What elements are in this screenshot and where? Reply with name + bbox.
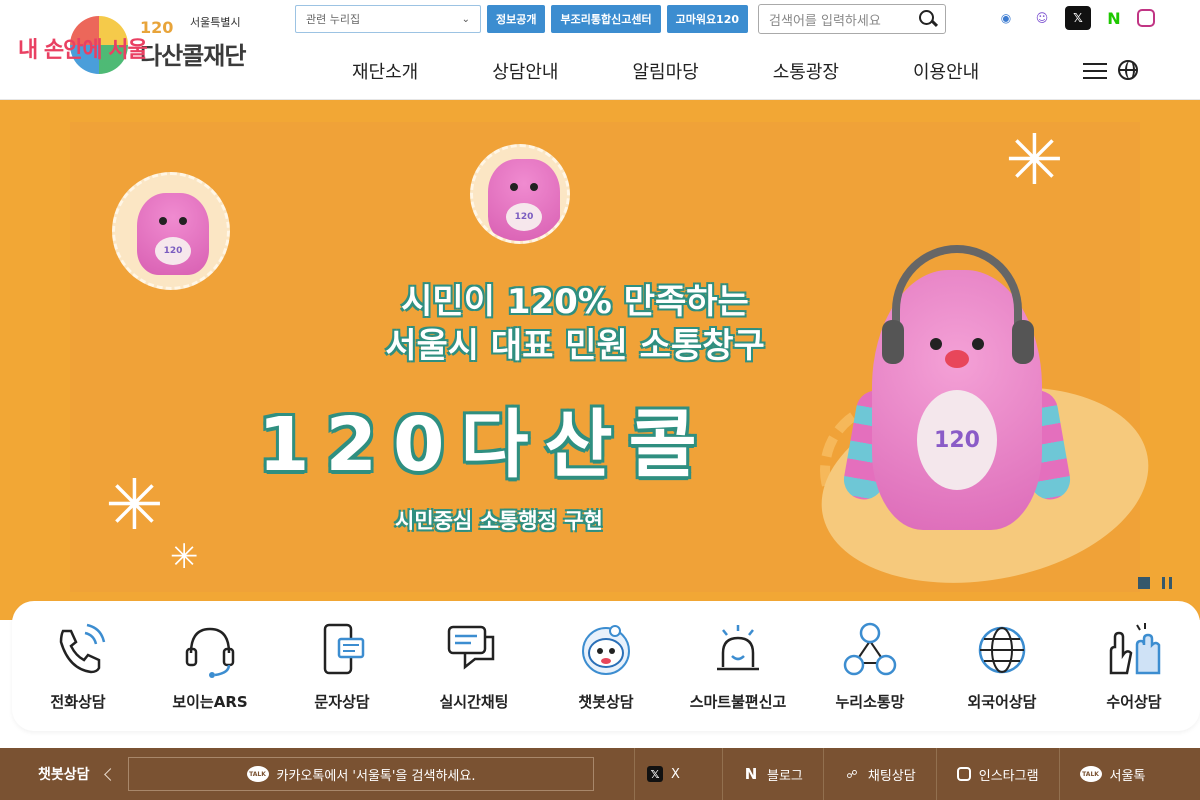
naver-blog-icon: N: [744, 765, 758, 783]
corruption-report-button[interactable]: 부조리통합신고센터: [551, 5, 661, 33]
quick-item-smart-report[interactable]: 스마트불편신고: [672, 601, 804, 731]
quick-item-label: 문자상담: [314, 693, 370, 711]
main-nav: 재단소개 상담안내 알림마당 소통광장 이용안내: [300, 58, 1140, 84]
related-sites-label: 관련 누리집: [306, 13, 361, 26]
chatbot-consult-label: 챗봇상담: [0, 764, 120, 784]
chatbot-icon[interactable]: ◉: [993, 6, 1019, 30]
hero-banner[interactable]: 120 120 ✳ ✳ ✳ 시민이 120% 만족하는 서울시 대표 민원 소통…: [0, 100, 1200, 620]
bottom-link-label: 서울톡: [1109, 768, 1146, 784]
bottom-link-label: X: [671, 766, 680, 782]
monster-mascot-icon: 120: [840, 240, 1074, 540]
pause-icon[interactable]: [1162, 577, 1172, 589]
chat-bubbles-icon: [447, 625, 495, 670]
banner-controls: [1138, 577, 1172, 589]
instagram-icon[interactable]: [1137, 9, 1155, 27]
bottom-link-blog[interactable]: N 블로그: [722, 748, 823, 800]
kakaotalk-icon: TALK: [246, 766, 269, 782]
monster-small-icon: 120: [488, 159, 560, 241]
phone-icon: [59, 623, 106, 674]
nav-item-community[interactable]: 소통광장: [773, 58, 839, 84]
network-people-icon: [843, 622, 897, 676]
info-disclosure-button[interactable]: 정보공개: [487, 5, 546, 33]
quick-item-label: 외국어상담: [967, 693, 1037, 711]
logo-badge: 내 손안에 서울: [18, 38, 148, 63]
bottom-link-label: 채팅상담: [867, 768, 916, 784]
monster-small-icon: 120: [137, 193, 209, 275]
quick-item-ars[interactable]: 보이는ARS: [144, 601, 276, 731]
sns-top-links: ◉ ☺ 𝕏 N: [993, 6, 1155, 30]
quick-item-label: 수어상담: [1106, 693, 1162, 711]
quick-item-chatbot[interactable]: 챗봇상담: [540, 601, 672, 731]
chevron-down-icon: ⌄: [461, 13, 470, 25]
quick-menu: 전화상담 보이는ARS 문자상담 실시간채팅 챗봇상담 스마트불편신고 누리소통…: [12, 601, 1200, 731]
quick-item-sign-language[interactable]: 수어상담: [1068, 601, 1200, 731]
thanks-120-button[interactable]: 고마워요120: [666, 5, 749, 33]
bottom-links: 𝕏 X N 블로그 ☍ 채팅상담 인스타그램 TALK 서울톡: [634, 748, 1165, 800]
chatbot-icon: [582, 625, 630, 675]
banner-headline: 120다산콜: [258, 402, 713, 488]
site-logo[interactable]: 120 서울특별시 다산콜재단 내 손안에 서울: [18, 12, 258, 74]
sign-hands-icon: [1109, 623, 1161, 675]
bottom-link-label: 인스타그램: [978, 768, 1039, 784]
sparkle-icon: ✳: [1005, 119, 1064, 201]
logo-city: 서울특별시: [190, 16, 241, 29]
search-placeholder: 검색어를 입력하세요: [769, 13, 881, 29]
stop-icon[interactable]: [1138, 577, 1150, 589]
quick-item-label: 전화상담: [50, 693, 106, 711]
bottom-link-label: 블로그: [767, 768, 803, 784]
language-globe-icon[interactable]: [1118, 60, 1138, 80]
x-icon: 𝕏: [647, 766, 663, 782]
nav-item-consult[interactable]: 상담안내: [492, 58, 558, 84]
related-sites-select[interactable]: 관련 누리집 ⌄: [295, 5, 481, 33]
quick-item-label: 보이는ARS: [172, 693, 248, 711]
x-icon[interactable]: 𝕏: [1065, 6, 1091, 30]
nav-item-notice[interactable]: 알림마당: [633, 58, 699, 84]
character-medal-left: 120: [112, 172, 230, 290]
kakao-text: 카카오톡에서 '서울톡'을 검색하세요.: [276, 768, 476, 784]
quick-item-label: 누리소통망: [835, 693, 905, 711]
site-header: 120 서울특별시 다산콜재단 내 손안에 서울 관련 누리집 ⌄ 정보공개 부…: [0, 0, 1200, 100]
banner-subline: 시민중심 소통행정 구현: [395, 509, 603, 533]
kakaotalk-icon: TALK: [1079, 766, 1102, 782]
utility-bar: 관련 누리집 ⌄ 정보공개 부조리통합신고센터 고마워요120 검색어를 입력하…: [295, 4, 947, 34]
headset-icon: ☍: [846, 767, 858, 781]
bottom-link-chat[interactable]: ☍ 채팅상담: [822, 748, 936, 800]
mobile-message-icon: [323, 623, 365, 675]
quick-item-label: 실시간채팅: [439, 693, 509, 711]
sparkle-icon: ✳: [170, 537, 199, 577]
nav-item-guide[interactable]: 이용안내: [913, 58, 979, 84]
instagram-icon: [956, 767, 971, 781]
quick-item-label: 챗봇상담: [578, 693, 634, 711]
quick-item-sms[interactable]: 문자상담: [276, 601, 408, 731]
bottom-link-seoultalk[interactable]: TALK 서울톡: [1058, 748, 1166, 800]
quick-item-chat[interactable]: 실시간채팅: [408, 601, 540, 731]
quick-item-sns[interactable]: 누리소통망: [804, 601, 936, 731]
character-icon[interactable]: ☺: [1029, 6, 1055, 30]
naver-blog-icon[interactable]: N: [1101, 6, 1127, 30]
globe-icon: [978, 626, 1026, 674]
character-medal-top: 120: [470, 144, 570, 244]
bottom-link-x[interactable]: 𝕏 X: [634, 748, 722, 800]
search-input[interactable]: 검색어를 입력하세요: [758, 4, 947, 34]
quick-item-label: 스마트불편신고: [689, 693, 787, 711]
nav-item-about[interactable]: 재단소개: [352, 58, 418, 84]
sparkle-icon: ✳: [105, 464, 164, 546]
quick-item-foreign[interactable]: 외국어상담: [936, 601, 1068, 731]
kakao-search-box[interactable]: TALK 카카오톡에서 '서울톡'을 검색하세요.: [128, 757, 594, 791]
search-icon[interactable]: [919, 10, 937, 28]
quick-item-phone[interactable]: 전화상담: [12, 601, 144, 731]
headset-icon: [185, 627, 235, 678]
menu-icon[interactable]: [1083, 63, 1107, 79]
bottom-link-instagram[interactable]: 인스타그램: [935, 748, 1059, 800]
logo-name: 다산콜재단: [140, 42, 246, 70]
bottom-bar: 챗봇상담 TALK 카카오톡에서 '서울톡'을 검색하세요. 𝕏 X N 블로그…: [0, 748, 1200, 800]
alarm-bell-icon: [717, 625, 759, 671]
